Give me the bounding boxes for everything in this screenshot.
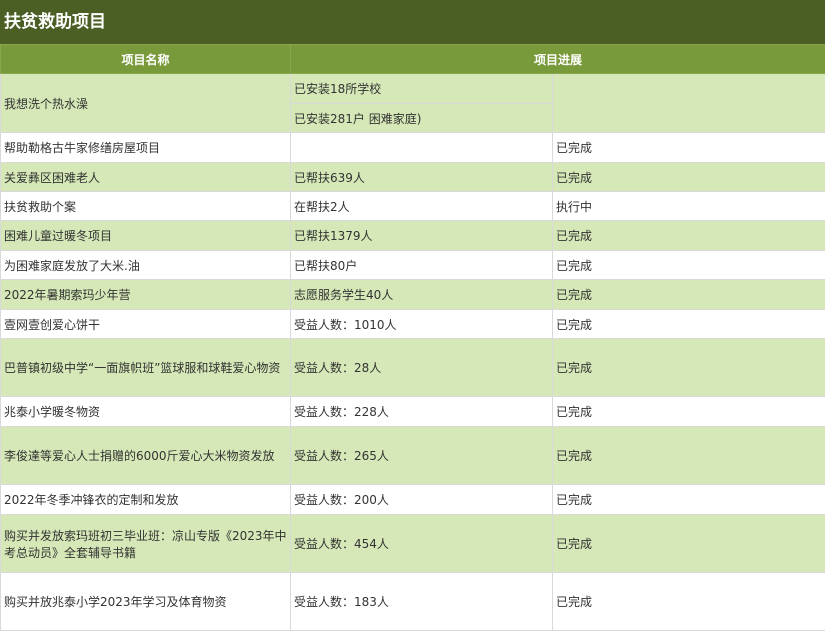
project-name-cell: 2022年冬季冲锋衣的定制和发放 [0, 484, 291, 515]
progress-cell: 志愿服务学生40人 [290, 279, 553, 310]
progress-cell: 受益人数：28人 [290, 338, 553, 397]
table-row: 购买并发放索玛班初三毕业班：凉山专版《2023年中考总动员》全套辅导书籍 受益人… [0, 514, 825, 573]
progress-cell: 受益人数：228人 [290, 396, 553, 427]
status-cell: 执行中 [551, 191, 825, 221]
status-cell: 已完成 [551, 514, 825, 573]
status-cell: 已完成 [551, 220, 825, 251]
table-row: 困难儿童过暖冬项目 已帮扶1379人 已完成 [0, 220, 825, 251]
project-name-cell: 购买并发放索玛班初三毕业班：凉山专版《2023年中考总动员》全套辅导书籍 [0, 514, 291, 573]
progress-cell: 在帮扶2人 [290, 191, 553, 221]
project-name-cell: 关爱彝区困难老人 [0, 162, 291, 192]
projects-table: 项目名称 项目进展 我想洗个热水澡 已安装18所学校 已安装281户 困难家庭)… [0, 44, 825, 631]
status-cell: 已完成 [551, 484, 825, 515]
progress-cell: 已安装281户 困难家庭) [290, 103, 553, 133]
progress-cell: 已帮扶639人 [290, 162, 553, 192]
project-name-cell: 兆泰小学暖冬物资 [0, 396, 291, 427]
progress-cell: 受益人数：454人 [290, 514, 553, 573]
status-cell: 已完成 [551, 426, 825, 485]
table-row: 购买并放兆泰小学2023年学习及体育物资 受益人数：183人 已完成 [0, 572, 825, 631]
project-name-cell: 购买并放兆泰小学2023年学习及体育物资 [0, 572, 291, 631]
progress-cell: 已安装18所学校 [290, 73, 553, 104]
project-name-cell: 巴普镇初级中学“一面旗帜班”篮球服和球鞋爱心物资 [0, 338, 291, 397]
table-row: 巴普镇初级中学“一面旗帜班”篮球服和球鞋爱心物资 受益人数：28人 已完成 [0, 338, 825, 397]
project-name-cell: 我想洗个热水澡 [0, 73, 291, 133]
table-row: 为困难家庭发放了大米.油 已帮扶80户 已完成 [0, 250, 825, 280]
table-row: 兆泰小学暖冬物资 受益人数：228人 已完成 [0, 396, 825, 427]
table-row: 扶贫救助个案 在帮扶2人 执行中 [0, 191, 825, 221]
table-row: 帮助勒格古牛家修缮房屋项目 已完成 [0, 132, 825, 163]
status-cell: 已完成 [551, 309, 825, 339]
status-cell: 已完成 [551, 338, 825, 397]
table-header-row: 项目名称 项目进展 [0, 44, 825, 74]
project-name-cell: 2022年暑期索玛少年营 [0, 279, 291, 310]
project-name-cell: 扶贫救助个案 [0, 191, 291, 221]
status-cell: 已完成 [551, 132, 825, 163]
table-row: 李俊達等爱心人士捐赠的6000斤爱心大米物资发放 受益人数：265人 已完成 [0, 426, 825, 485]
status-cell: 已完成 [551, 162, 825, 192]
table-row: 壹网壹创爱心饼干 受益人数：1010人 已完成 [0, 309, 825, 339]
progress-cell: 受益人数：183人 [290, 572, 553, 631]
project-name-cell: 困难儿童过暖冬项目 [0, 220, 291, 251]
project-name-cell: 为困难家庭发放了大米.油 [0, 250, 291, 280]
status-cell: 已完成 [551, 396, 825, 427]
status-cell: 已完成 [551, 250, 825, 280]
column-header-name: 项目名称 [0, 44, 291, 74]
progress-cell: 已帮扶1379人 [290, 220, 553, 251]
progress-cell [290, 132, 553, 163]
table-row: 关爱彝区困难老人 已帮扶639人 已完成 [0, 162, 825, 192]
page-title: 扶贫救助项目 [0, 0, 825, 44]
progress-cell: 受益人数：200人 [290, 484, 553, 515]
column-header-progress: 项目进展 [289, 44, 825, 74]
project-name-cell: 帮助勒格古牛家修缮房屋项目 [0, 132, 291, 163]
progress-cell: 受益人数：265人 [290, 426, 553, 485]
table-row: 2022年冬季冲锋衣的定制和发放 受益人数：200人 已完成 [0, 484, 825, 515]
progress-cell: 受益人数：1010人 [290, 309, 553, 339]
status-cell: 已完成 [551, 572, 825, 631]
project-name-cell: 壹网壹创爱心饼干 [0, 309, 291, 339]
progress-cell: 已帮扶80户 [290, 250, 553, 280]
table-row: 我想洗个热水澡 已安装18所学校 [0, 73, 825, 133]
status-cell [551, 73, 825, 133]
project-name-cell: 李俊達等爱心人士捐赠的6000斤爱心大米物资发放 [0, 426, 291, 485]
table-row: 2022年暑期索玛少年营 志愿服务学生40人 已完成 [0, 279, 825, 310]
status-cell: 已完成 [551, 279, 825, 310]
